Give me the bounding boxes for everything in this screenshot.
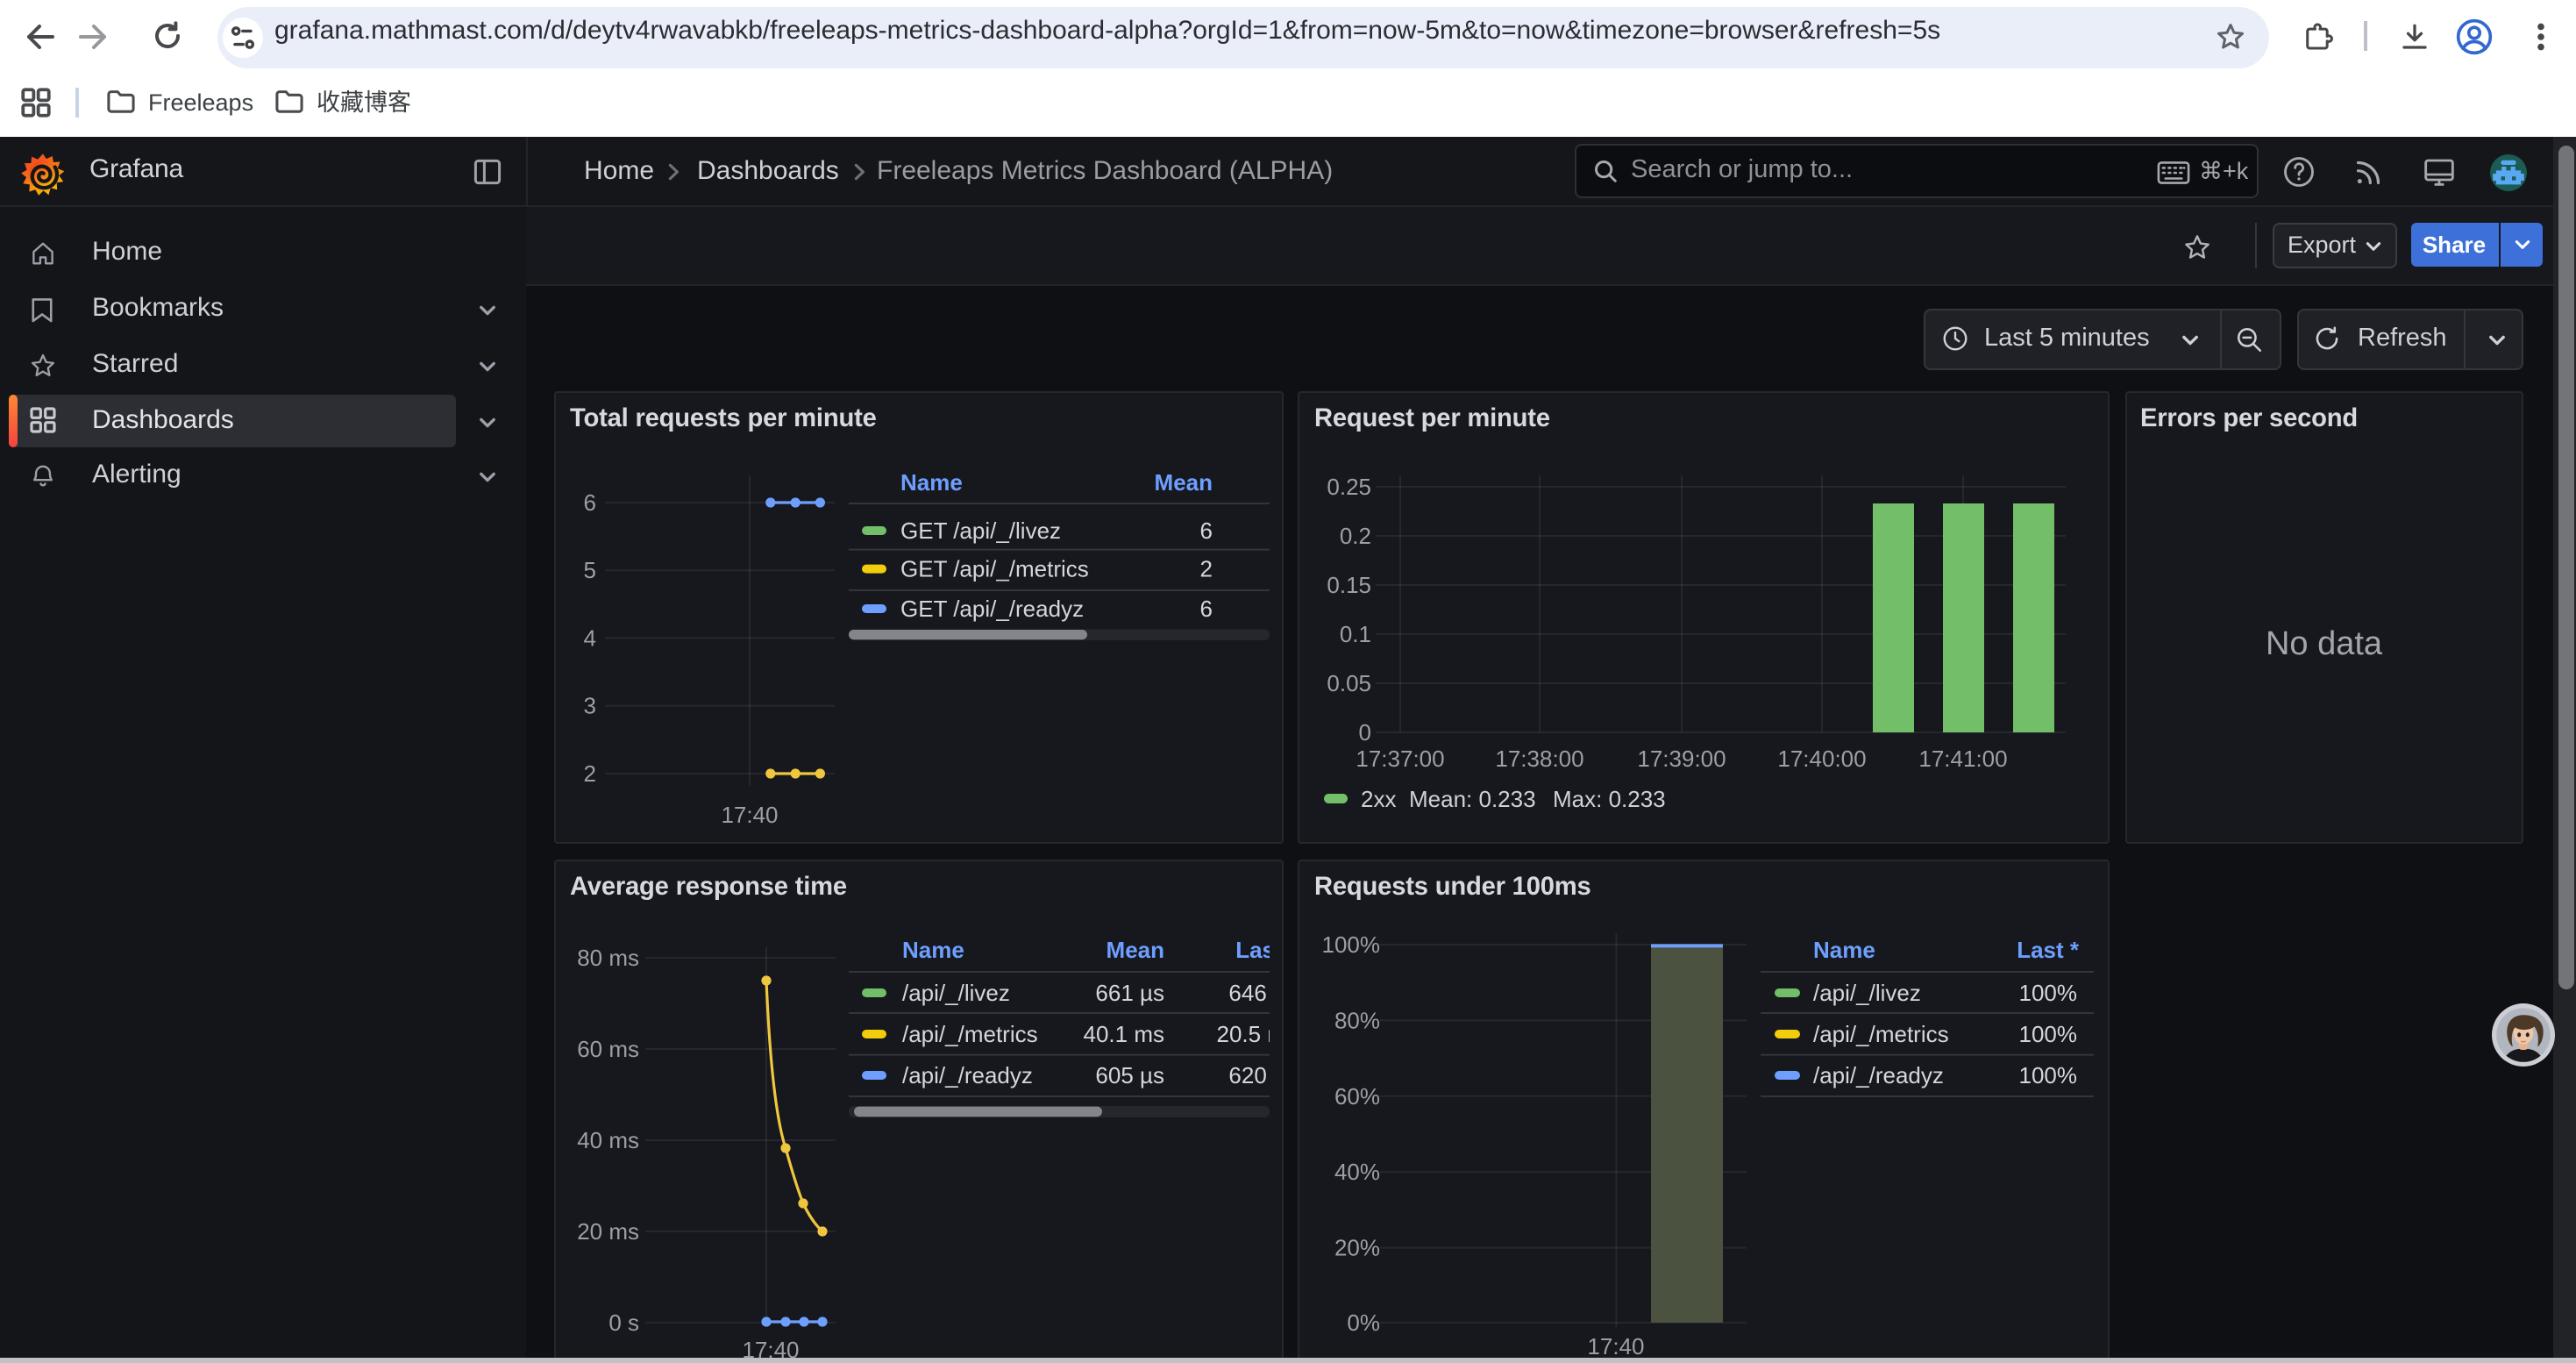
svg-text:100%: 100% (2019, 1020, 2078, 1046)
svg-text:Mean: Mean (1107, 936, 1164, 962)
svg-text:0.15: 0.15 (1327, 572, 1371, 598)
svg-text:646 µs: 646 µs (1228, 979, 1270, 1005)
svg-text:4: 4 (584, 624, 596, 651)
svg-text:Mean: 0.233: Mean: 0.233 (1409, 786, 1536, 812)
svg-text:100%: 100% (1322, 931, 1381, 957)
svg-text:Name: Name (900, 469, 963, 496)
svg-text:5: 5 (584, 557, 596, 583)
svg-text:0.25: 0.25 (1327, 474, 1371, 500)
svg-text:Last *: Last * (1235, 936, 1270, 962)
svg-text:6: 6 (1200, 596, 1213, 622)
svg-text:620 µs: 620 µs (1228, 1061, 1270, 1088)
svg-text:605 µs: 605 µs (1095, 1061, 1164, 1088)
svg-text:/api/_/metrics: /api/_/metrics (1813, 1020, 1949, 1046)
svg-text:0%: 0% (1347, 1309, 1380, 1335)
svg-text:0.05: 0.05 (1327, 670, 1371, 696)
svg-text:40.1 ms: 40.1 ms (1084, 1020, 1165, 1046)
svg-text:80 ms: 80 ms (577, 944, 639, 970)
svg-text:17:40: 17:40 (721, 802, 778, 828)
svg-text:GET /api/_/metrics: GET /api/_/metrics (900, 556, 1089, 582)
svg-text:GET /api/_/livez: GET /api/_/livez (900, 517, 1061, 544)
svg-text:40 ms: 40 ms (577, 1126, 639, 1152)
svg-text:17:37:00: 17:37:00 (1356, 746, 1444, 772)
svg-text:17:39:00: 17:39:00 (1637, 746, 1726, 772)
svg-text:Max: 0.233: Max: 0.233 (1553, 786, 1666, 812)
svg-text:Last *: Last * (2017, 936, 2080, 962)
svg-text:0.1: 0.1 (1340, 621, 1371, 647)
svg-text:17:40: 17:40 (1587, 1332, 1644, 1359)
svg-text:3: 3 (584, 693, 596, 719)
svg-text:20%: 20% (1334, 1234, 1380, 1260)
svg-text:Name: Name (1813, 936, 1875, 962)
svg-text:60 ms: 60 ms (577, 1035, 639, 1061)
svg-text:60%: 60% (1334, 1082, 1380, 1109)
svg-text:17:38:00: 17:38:00 (1495, 746, 1583, 772)
svg-text:2: 2 (584, 760, 596, 787)
svg-text:/api/_/readyz: /api/_/readyz (1813, 1061, 1944, 1088)
svg-text:6: 6 (584, 489, 596, 516)
svg-text:17:41:00: 17:41:00 (1918, 746, 2007, 772)
svg-text:40%: 40% (1334, 1158, 1380, 1184)
svg-text:17:40:00: 17:40:00 (1777, 746, 1866, 772)
svg-text:0.2: 0.2 (1340, 523, 1371, 549)
svg-text:Name: Name (902, 936, 964, 962)
svg-text:GET /api/_/readyz: GET /api/_/readyz (900, 596, 1084, 622)
svg-text:100%: 100% (2019, 1061, 2078, 1088)
svg-text:2xx: 2xx (1361, 786, 1396, 812)
svg-text:/api/_/readyz: /api/_/readyz (902, 1061, 1033, 1088)
svg-text:80%: 80% (1334, 1006, 1380, 1032)
svg-text:0 s: 0 s (608, 1309, 639, 1335)
svg-text:20 ms: 20 ms (577, 1217, 639, 1244)
svg-text:/api/_/metrics: /api/_/metrics (902, 1020, 1038, 1046)
svg-text:100%: 100% (2019, 979, 2078, 1005)
svg-text:2: 2 (1200, 556, 1213, 582)
svg-text:661 µs: 661 µs (1095, 979, 1164, 1005)
svg-text:Mean: Mean (1155, 469, 1213, 496)
svg-text:/api/_/livez: /api/_/livez (902, 979, 1010, 1005)
svg-text:20.5 ms: 20.5 ms (1217, 1020, 1270, 1046)
svg-text:/api/_/livez: /api/_/livez (1813, 979, 1921, 1005)
svg-text:0: 0 (1359, 719, 1371, 746)
svg-text:6: 6 (1200, 517, 1213, 544)
